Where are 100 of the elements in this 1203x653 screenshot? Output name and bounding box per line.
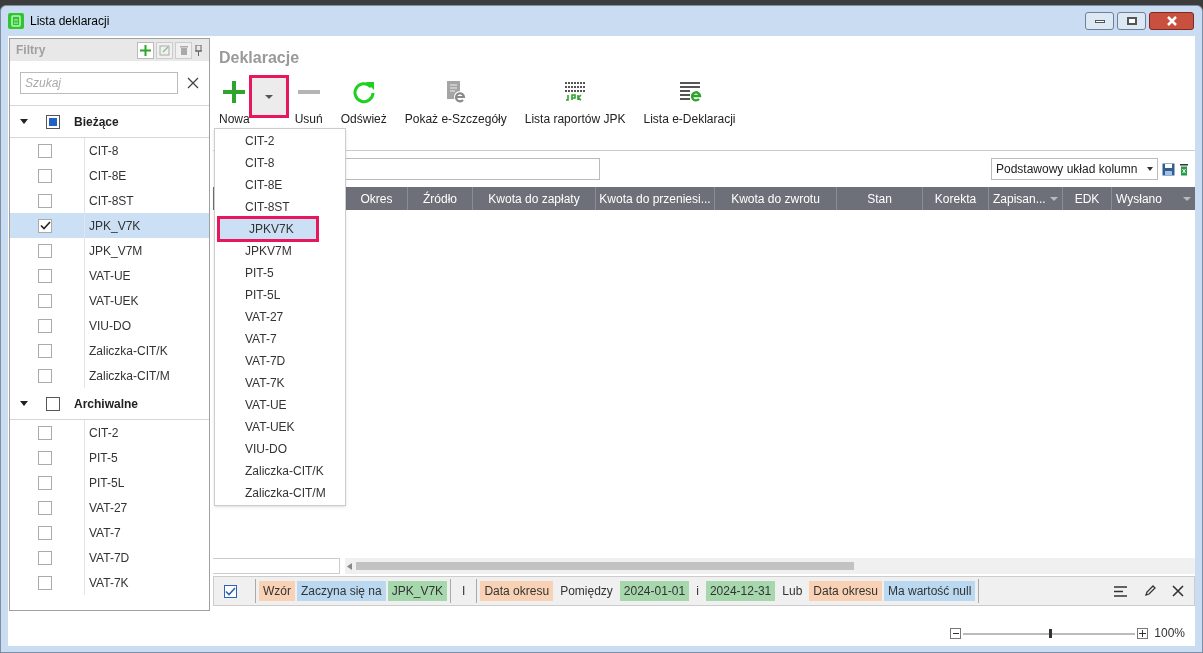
checkbox[interactable] [224, 584, 237, 598]
column-header[interactable]: Kwota do zapłaty [472, 187, 595, 210]
menu-item[interactable]: VAT-7 [215, 328, 345, 350]
checkbox[interactable] [38, 525, 52, 540]
save-icon[interactable] [1162, 162, 1175, 176]
menu-item[interactable]: VIU-DO [215, 438, 345, 460]
checkbox[interactable] [38, 550, 52, 565]
pin-icon[interactable] [194, 44, 203, 56]
menu-item[interactable]: PIT-5 [215, 262, 345, 284]
checkbox[interactable] [38, 143, 52, 158]
filter-token: Data okresu [809, 581, 882, 601]
menu-item[interactable]: CIT-8E [215, 174, 345, 196]
horizontal-scrollbar[interactable] [345, 558, 1195, 574]
menu-item[interactable]: VAT-UEK [215, 416, 345, 438]
panel-title: Filtry [16, 42, 46, 59]
checkbox[interactable] [38, 450, 52, 465]
filter-token: Wzór [259, 581, 295, 601]
checkbox[interactable] [38, 425, 52, 440]
close-icon[interactable] [1172, 585, 1184, 597]
checkbox[interactable] [38, 368, 52, 383]
toolbar-button[interactable]: Lista raportów JPK [515, 78, 635, 128]
layout-dropdown[interactable]: Podstawowy układ kolumn [991, 158, 1158, 180]
filter-text: i [695, 583, 700, 600]
menu-item[interactable]: CIT-8ST [215, 196, 345, 218]
close-button[interactable] [1149, 12, 1194, 30]
menu-item[interactable]: Zaliczka-CIT/M [215, 482, 345, 504]
filter-text: Pomiędzy [559, 583, 614, 600]
menu-item[interactable]: VAT-27 [215, 306, 345, 328]
checkbox[interactable] [38, 268, 52, 283]
zoom-slider[interactable] [963, 627, 1136, 639]
list-jpk-icon [563, 81, 588, 103]
zoom-in-button[interactable] [1137, 627, 1149, 639]
checkbox[interactable] [38, 193, 52, 208]
menu-item[interactable]: VAT-UE [215, 394, 345, 416]
menu-item[interactable]: PIT-5L [215, 284, 345, 306]
filter-token: Data okresu [480, 581, 554, 601]
column-header[interactable]: Źródło [407, 187, 472, 210]
dropdown-button[interactable] [251, 78, 286, 115]
expand-icon[interactable] [20, 401, 28, 406]
add-button[interactable] [137, 41, 154, 59]
checkbox[interactable] [38, 318, 52, 333]
filter-token: JPK_V7K [387, 581, 448, 601]
menu-item[interactable]: JPKV7K [219, 218, 317, 240]
group-label: Bieżące [74, 113, 119, 131]
checkbox[interactable] [46, 396, 60, 411]
checkbox[interactable] [38, 243, 52, 258]
scroll-left-icon[interactable] [347, 562, 352, 570]
group-label: Archiwalne [74, 395, 139, 413]
column-header[interactable]: Kwota do zwrotu [714, 187, 836, 210]
filter-text: I [461, 583, 467, 600]
list-e-icon [677, 81, 702, 103]
slider-thumb[interactable] [1049, 628, 1053, 638]
menu-item[interactable]: CIT-8 [215, 152, 345, 174]
expand-icon[interactable] [20, 119, 28, 124]
column-header[interactable]: Kwota do przeniesi... [595, 187, 714, 210]
menu-item[interactable]: VAT-7K [215, 372, 345, 394]
checkbox[interactable] [38, 475, 52, 490]
align-icon[interactable] [1114, 585, 1128, 597]
column-header[interactable]: Korekta [922, 187, 988, 210]
tree-item[interactable]: JPK_V7K [10, 213, 209, 238]
minus-icon [295, 90, 322, 94]
checkbox[interactable] [38, 343, 52, 358]
delete-icon[interactable] [1179, 162, 1189, 176]
filter-text: Lub [781, 583, 804, 600]
filter-token: Zaczyna się na [297, 581, 386, 601]
minimize-button[interactable] [1085, 12, 1114, 30]
checkbox[interactable] [38, 293, 52, 308]
column-header[interactable]: Stan [836, 187, 922, 210]
maximize-button[interactable] [1117, 12, 1146, 30]
column-header[interactable]: Wysłano [1111, 187, 1195, 210]
menu-item[interactable]: Zaliczka-CIT/K [215, 460, 345, 482]
checkbox[interactable] [38, 168, 52, 183]
filter-token: 2024-01-01 [619, 581, 690, 601]
pencil-icon[interactable] [1144, 585, 1156, 597]
checkbox[interactable] [46, 114, 60, 129]
item-label: Zaliczka-CIT/M [84, 363, 170, 388]
column-header[interactable]: EDK [1062, 187, 1111, 210]
checkbox[interactable] [38, 575, 52, 590]
app-icon [7, 12, 25, 30]
plus-icon [221, 79, 248, 105]
checkbox[interactable] [38, 500, 52, 515]
toolbar-button[interactable]: Odśwież [331, 78, 396, 128]
refresh-icon [351, 80, 376, 104]
filter-token: 2024-12-31 [705, 581, 776, 601]
search-field[interactable]: Szukaj [20, 72, 178, 94]
checkbox[interactable] [38, 218, 52, 233]
menu-item[interactable]: JPKV7M [215, 240, 345, 262]
doc-e-icon [444, 80, 467, 104]
toolbar-button[interactable]: Lista e-Deklaracji [634, 78, 745, 128]
zoom-out-button[interactable] [950, 627, 962, 639]
menu-item[interactable]: CIT-2 [215, 130, 345, 152]
window-title: Lista deklaracji [30, 13, 110, 30]
toolbar-button[interactable]: Nowa [213, 78, 254, 128]
filter-token: Ma wartość null [884, 581, 976, 601]
edit-button[interactable] [156, 41, 173, 59]
section-title: Deklaracje [219, 48, 301, 68]
column-header[interactable]: Zapisan... [988, 187, 1062, 210]
filter-arrow-icon[interactable] [1050, 196, 1058, 201]
menu-item[interactable]: VAT-7D [215, 350, 345, 372]
filter-arrow-icon[interactable] [1183, 196, 1191, 201]
